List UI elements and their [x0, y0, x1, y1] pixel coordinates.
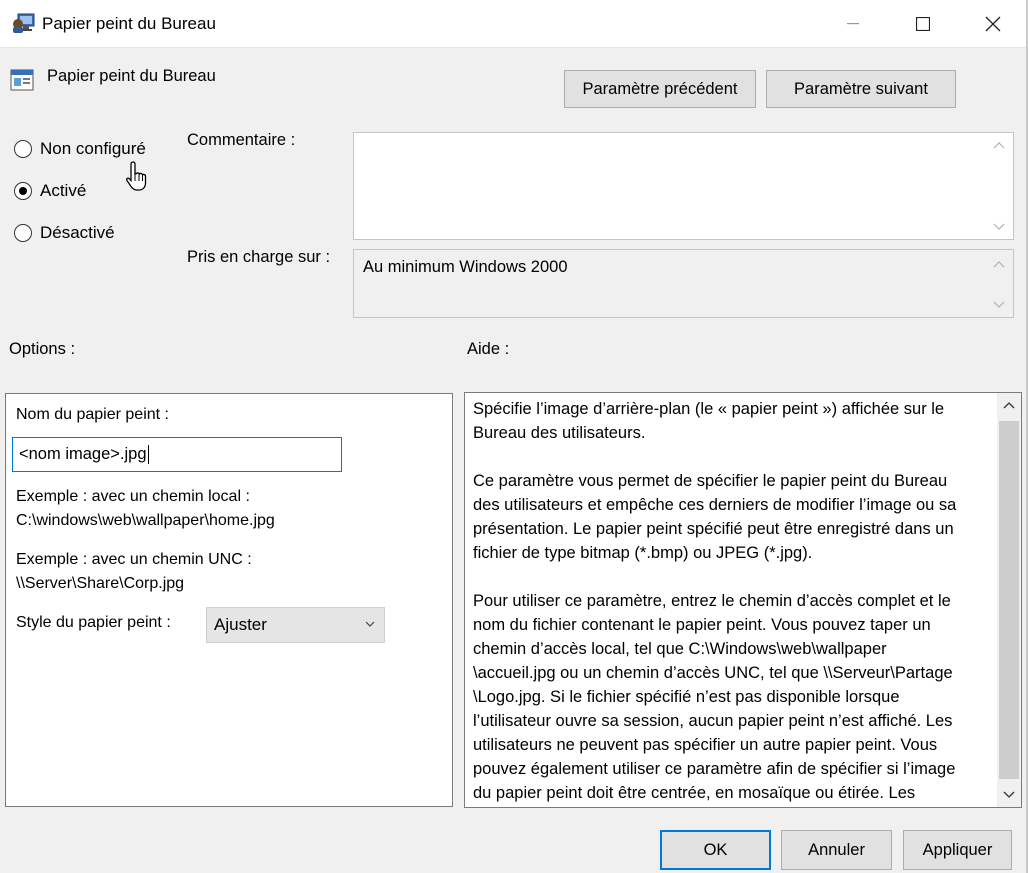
help-line: Spécifie l’image d’arrière-plan (le « pa… — [473, 400, 945, 418]
example-local-label: Exemple : avec un chemin local : — [16, 488, 250, 505]
help-pane: Spécifie l’image d’arrière-plan (le « pa… — [464, 392, 1022, 808]
radio-disabled[interactable]: Désactivé — [14, 221, 115, 245]
radio-circle — [14, 140, 32, 158]
previous-setting-button[interactable]: Paramètre précédent — [564, 70, 756, 108]
scroll-up-icon — [993, 261, 1005, 268]
options-pane: Nom du papier peint : <nom image>.jpg Ex… — [5, 393, 453, 807]
next-setting-button[interactable]: Paramètre suivant — [766, 70, 956, 108]
help-line: du papier peint doit être centrée, en mo… — [473, 784, 916, 802]
help-line: chemin d’accès local, tel que C:\Windows… — [473, 640, 887, 658]
cancel-button[interactable]: Annuler — [781, 830, 892, 870]
help-line: l’utilisateur ouvre sa session, aucun pa… — [473, 712, 953, 730]
wallpaper-name-input[interactable]: <nom image>.jpg — [12, 437, 342, 472]
wallpaper-name-value: <nom image>.jpg — [19, 445, 147, 463]
help-scrollbar[interactable] — [997, 393, 1021, 807]
help-line: présentation. Le papier peint spécifié p… — [473, 520, 954, 538]
wallpaper-style-label: Style du papier peint : — [16, 614, 171, 631]
help-line: nom du fichier contenant le papier peint… — [473, 616, 931, 634]
comment-label: Commentaire : — [187, 131, 296, 149]
options-label: Options : — [9, 340, 76, 358]
radio-label: Activé — [40, 181, 87, 200]
scroll-down-icon — [993, 301, 1005, 308]
radio-circle — [14, 224, 32, 242]
wallpaper-name-label: Nom du papier peint : — [16, 406, 169, 423]
scroll-up-icon — [993, 142, 1005, 149]
scrollbar-thumb[interactable] — [999, 421, 1019, 779]
window-title: Papier peint du Bureau — [42, 14, 216, 33]
radio-not-configured[interactable]: Non configuré — [14, 137, 146, 161]
wallpaper-style-select[interactable]: Ajuster — [206, 607, 385, 643]
maximize-button[interactable] — [888, 0, 958, 48]
radio-circle-checked — [14, 182, 32, 200]
apply-button[interactable]: Appliquer — [903, 830, 1012, 870]
example-unc-label: Exemple : avec un chemin UNC : — [16, 551, 252, 568]
example-local-path: C:\windows\web\wallpaper\home.jpg — [16, 512, 275, 529]
close-button[interactable] — [958, 0, 1028, 48]
supported-on-label: Pris en charge sur : — [187, 248, 331, 266]
wallpaper-style-value: Ajuster — [214, 615, 267, 634]
close-icon — [985, 16, 1001, 32]
minimize-icon — [847, 23, 859, 25]
help-line: pouvez également utiliser ce paramètre a… — [473, 760, 956, 778]
comment-textarea[interactable] — [353, 132, 1014, 240]
radio-label: Désactivé — [40, 223, 115, 242]
example-unc-path: \\Server\Share\Corp.jpg — [16, 575, 185, 592]
supported-on-value: Au minimum Windows 2000 — [363, 258, 568, 276]
help-line: Pour utiliser ce paramètre, entrez le ch… — [473, 592, 951, 610]
help-text: Spécifie l’image d’arrière-plan (le « pa… — [473, 397, 988, 805]
help-line: fichier de type bitmap (*.bmp) ou JPEG (… — [473, 544, 813, 562]
policy-setting-icon — [10, 69, 34, 91]
policy-title: Papier peint du Bureau — [47, 67, 216, 85]
help-line: Ce paramètre vous permet de spécifier le… — [473, 472, 948, 490]
group-policy-icon — [13, 13, 35, 33]
help-line: \Logo.jpg. Si le fichier spécifié n’est … — [473, 688, 900, 706]
help-label: Aide : — [467, 340, 510, 358]
ok-button[interactable]: OK — [660, 830, 771, 870]
scroll-down-icon[interactable] — [1003, 791, 1015, 799]
radio-enabled[interactable]: Activé — [14, 179, 86, 203]
title-bar: Papier peint du Bureau — [0, 0, 1028, 48]
minimize-button[interactable] — [818, 0, 888, 48]
radio-label: Non configuré — [40, 139, 146, 158]
text-caret — [147, 445, 149, 464]
help-line: des utilisateurs et empêche ces derniers… — [473, 496, 957, 514]
chevron-down-icon — [365, 621, 375, 627]
scroll-down-icon — [993, 223, 1005, 230]
maximize-icon — [916, 17, 930, 31]
hand-cursor-icon — [126, 161, 147, 191]
scroll-up-icon[interactable] — [1003, 401, 1015, 409]
help-line: utilisateurs ne peuvent pas spécifier un… — [473, 736, 938, 754]
supported-on-field: Au minimum Windows 2000 — [353, 249, 1014, 318]
help-line: \accueil.jpg ou un chemin d’accès UNC, t… — [473, 664, 953, 682]
help-line: Bureau des utilisateurs. — [473, 424, 646, 442]
